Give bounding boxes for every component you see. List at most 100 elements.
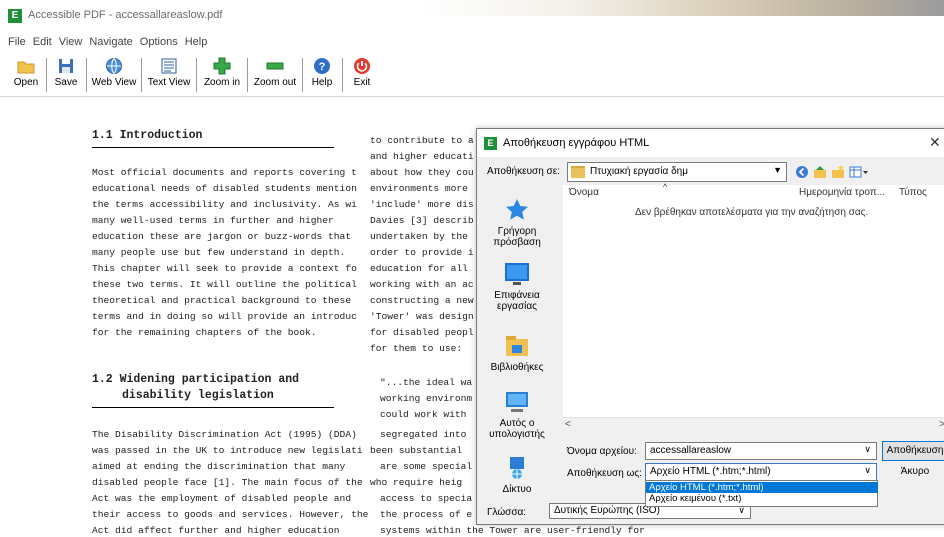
exit-label: Exit xyxy=(353,77,371,88)
section-heading: 1.2 Widening participation and xyxy=(92,373,300,386)
text-line: been substantial xyxy=(370,445,463,456)
text-line: to contribute to a xyxy=(370,135,474,146)
star-icon xyxy=(506,199,528,220)
column-name[interactable]: Όνομα xyxy=(569,187,599,198)
cancel-button[interactable]: Άκυρο xyxy=(882,462,944,482)
text-line: the process of e xyxy=(380,509,473,520)
menu-file[interactable]: File xyxy=(8,36,26,48)
menu-view[interactable]: View xyxy=(59,36,83,48)
filename-input[interactable]: accessallareaslow ∨ xyxy=(645,442,877,460)
filename-value: accessallareaslow xyxy=(650,445,732,456)
text-line: disabled people face [1]. The main focus… xyxy=(92,477,363,488)
save-in-value: Πτυχιακή εργασία δημ xyxy=(590,166,689,177)
zoom-out-button[interactable]: Zoom out xyxy=(249,56,301,94)
toolbar-separator xyxy=(86,58,87,92)
empty-results-message: Δεν βρέθηκαν αποτελέσματα για την αναζήτ… xyxy=(635,207,869,218)
horizontal-scrollbar[interactable]: < > xyxy=(563,417,944,432)
dialog-close-button[interactable]: ✕ xyxy=(929,134,943,151)
zoom-in-icon xyxy=(213,57,231,75)
place-quick-access[interactable]: Γρήγορη πρόσβαση xyxy=(481,197,553,248)
toolbar-separator xyxy=(46,58,47,92)
file-list[interactable]: Όνομα ^ Ημερομηνία τροπ... Τύπος Δεν βρέ… xyxy=(563,182,944,417)
folder-icon xyxy=(571,166,585,178)
text-line: working with an ac xyxy=(370,279,474,290)
save-in-label: Αποθήκευση σε: xyxy=(487,166,560,177)
save-as-type-label: Αποθήκευση ως: xyxy=(567,468,642,479)
text-line: access to specia xyxy=(380,493,473,504)
text-line: who require heig xyxy=(370,477,463,488)
chevron-down-icon: ▼ xyxy=(773,165,782,175)
text-line: Davies [3] describ xyxy=(370,215,474,226)
exit-button[interactable]: Exit xyxy=(344,56,380,94)
text-line: many well-used terms in further and high… xyxy=(92,215,334,226)
library-icon xyxy=(506,336,528,356)
text-line: working environm xyxy=(380,393,473,404)
up-folder-icon[interactable] xyxy=(813,165,827,179)
heading-rule xyxy=(92,407,334,408)
scroll-left-icon[interactable]: < xyxy=(565,419,571,430)
text-line: Act did affect further and higher educat… xyxy=(92,525,340,536)
option-txt[interactable]: Αρχείο κειμένου (*.txt) xyxy=(646,493,878,504)
text-line: Act was the employment of disabled peopl… xyxy=(92,493,352,504)
sort-caret-icon: ^ xyxy=(663,182,668,192)
text-line: aimed at ending the discrimination that … xyxy=(92,461,346,472)
save-as-type-dropdown[interactable]: Αρχείο HTML (*.htm;*.html) ∨ xyxy=(645,463,877,481)
save-toolbar-label: Save xyxy=(54,77,78,88)
text-line: these two terms. It will outline the pol… xyxy=(92,279,357,290)
text-line: for the remaining chapters of the book. xyxy=(92,327,317,338)
web-view-label: Web View xyxy=(91,77,137,88)
save-in-dropdown[interactable]: Πτυχιακή εργασία δημ ▼ xyxy=(567,162,787,182)
place-label: Γρήγορη πρόσβαση xyxy=(493,226,541,248)
text-line: educational needs of disabled students m… xyxy=(92,183,357,194)
web-view-button[interactable]: Web View xyxy=(88,56,140,94)
save-toolbar-button[interactable]: Save xyxy=(48,56,84,94)
heading-rule xyxy=(92,147,334,148)
text-line: about how they cou xyxy=(370,167,474,178)
zoom-in-label: Zoom in xyxy=(203,77,241,88)
menu-help[interactable]: Help xyxy=(185,36,208,48)
text-view-button[interactable]: Text View xyxy=(143,56,195,94)
scroll-right-icon[interactable]: > xyxy=(939,419,944,430)
back-icon[interactable] xyxy=(795,165,809,179)
menu-bar: File Edit View Navigate Options Help xyxy=(0,36,944,52)
text-line: for disabled peopl xyxy=(370,327,474,338)
place-this-pc[interactable]: Αυτός ο υπολογιστής xyxy=(481,389,553,440)
toolbar-separator xyxy=(196,58,197,92)
column-date-modified[interactable]: Ημερομηνία τροπ... xyxy=(799,187,885,198)
place-label: Αυτός ο υπολογιστής xyxy=(489,418,545,440)
zoom-in-button[interactable]: Zoom in xyxy=(198,56,246,94)
new-folder-icon[interactable] xyxy=(831,165,845,179)
save-html-dialog: E Αποθήκευση εγγράφου HTML ✕ Αποθήκευση … xyxy=(476,128,944,525)
menu-options[interactable]: Options xyxy=(140,36,178,48)
chevron-down-icon[interactable]: ∨ xyxy=(864,465,871,476)
toolbar-separator xyxy=(141,58,142,92)
section-heading: disability legislation xyxy=(122,389,274,402)
toolbar-separator xyxy=(342,58,343,92)
save-button[interactable]: Αποθήκευση xyxy=(882,441,944,461)
place-label: Δίκτυο xyxy=(502,484,532,495)
text-line: was passed in the UK to introduce new le… xyxy=(92,445,363,456)
option-html[interactable]: Αρχείο HTML (*.htm;*.html) xyxy=(646,482,878,493)
chevron-down-icon[interactable]: ∨ xyxy=(864,444,871,455)
place-libraries[interactable]: Βιβλιοθήκες xyxy=(481,333,553,373)
open-button[interactable]: Open xyxy=(8,56,44,94)
place-desktop[interactable]: Επιφάνεια εργασίας xyxy=(481,261,553,312)
toolbar-separator xyxy=(302,58,303,92)
column-type[interactable]: Τύπος xyxy=(899,187,927,198)
text-line: systems within the Tower are user-friend… xyxy=(380,525,645,536)
text-line: environments more xyxy=(370,183,468,194)
desktop-background xyxy=(420,0,944,16)
place-label: Επιφάνεια εργασίας xyxy=(494,290,540,312)
dialog-title: Αποθήκευση εγγράφου HTML xyxy=(503,137,650,149)
help-button[interactable]: ? Help xyxy=(304,56,340,94)
view-menu-icon[interactable] xyxy=(849,165,869,179)
help-icon: ? xyxy=(314,58,330,74)
menu-edit[interactable]: Edit xyxy=(33,36,52,48)
place-label: Βιβλιοθήκες xyxy=(490,362,544,373)
zoom-out-icon xyxy=(266,62,284,70)
text-line: undertaken by the xyxy=(370,231,468,242)
text-view-icon xyxy=(161,58,177,74)
svg-text:?: ? xyxy=(319,61,326,73)
menu-navigate[interactable]: Navigate xyxy=(89,36,132,48)
place-network[interactable]: Δίκτυο xyxy=(481,455,553,495)
